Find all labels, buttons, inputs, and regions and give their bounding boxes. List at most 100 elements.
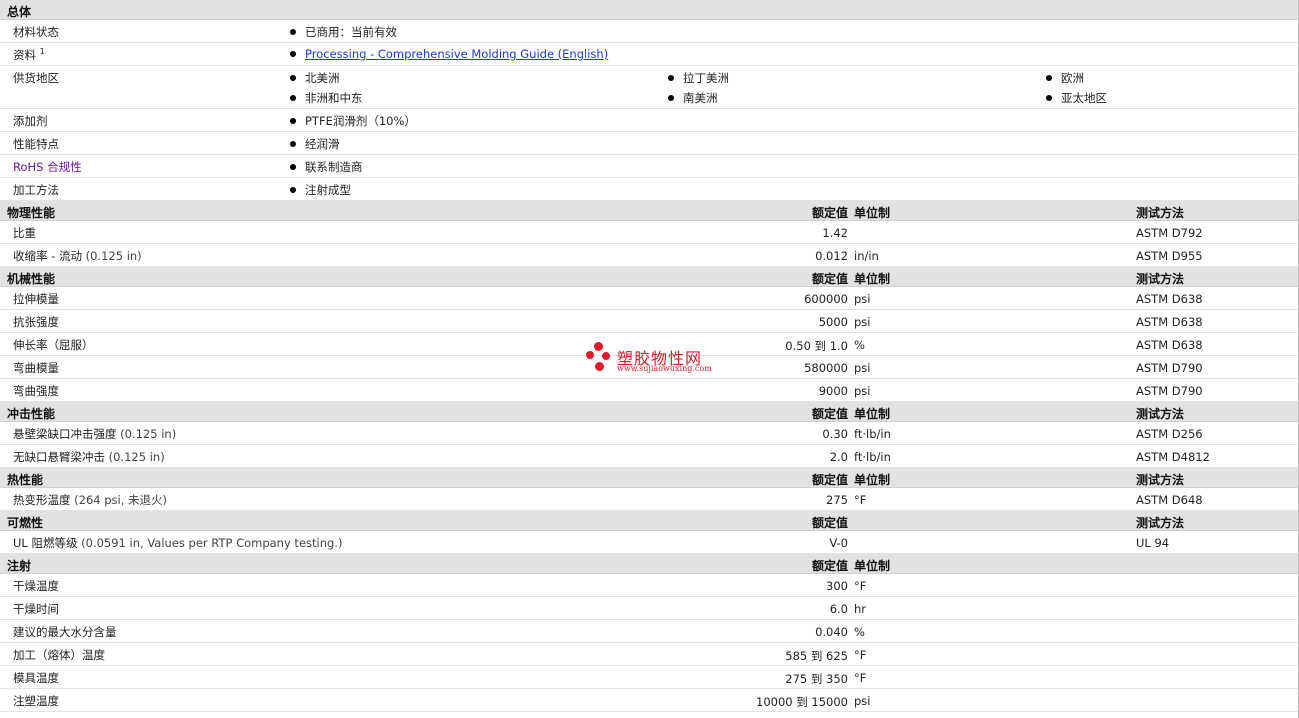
bullet-icon (290, 186, 296, 193)
row-label: RoHS 合规性 (13, 160, 82, 174)
header-unit: 单位制 (854, 407, 891, 421)
row-label: 供货地区 (13, 71, 59, 85)
logo-dot (595, 362, 604, 371)
section-title: 机械性能 (7, 272, 56, 286)
section-thermal: 热性能 额定值 单位制 测试方法 (0, 468, 1299, 488)
property-label: 建议的最大水分含量 (13, 625, 117, 639)
property-row: 拉伸模量 600000 psi ASTM D638 (0, 287, 1299, 310)
property-value: 300 (826, 579, 848, 593)
property-unit: psi (854, 694, 871, 708)
header-nominal: 额定值 (811, 272, 848, 286)
property-row: 弯曲强度 9000 psi ASTM D790 (0, 379, 1299, 402)
property-value: 2.0 (829, 450, 848, 464)
property-unit: psi (854, 361, 871, 375)
property-row: UL 阻燃等级 (0.0591 in, Values per RTP Compa… (0, 531, 1299, 554)
row-label: 加工方法 (13, 183, 59, 197)
bullet-icon (668, 94, 674, 101)
property-label: 抗张强度 (13, 315, 59, 329)
test-method: ASTM D256 (1136, 427, 1203, 441)
section-injection: 注射 额定值 单位制 (0, 554, 1299, 574)
property-row: 无缺口悬臂梁冲击 (0.125 in) 2.0 ft·lb/in ASTM D4… (0, 445, 1299, 468)
property-row: 干燥温度 300 °F (0, 574, 1299, 597)
header-method: 测试方法 (1136, 473, 1185, 487)
property-value: 0.30 (822, 427, 848, 441)
section-title: 物理性能 (7, 206, 56, 220)
row-rohs: RoHS 合规性 联系制造商 (0, 155, 1299, 178)
test-method: ASTM D790 (1136, 384, 1203, 398)
property-value: 5000 (818, 315, 848, 329)
property-label: 比重 (13, 226, 36, 240)
test-method: ASTM D638 (1136, 292, 1203, 306)
property-row: 建议的最大水分含量 0.040 % (0, 620, 1299, 643)
property-label: UL 阻燃等级 (0.0591 in, Values per RTP Compa… (13, 536, 343, 550)
watermark-url: www.sujiaowuxing.com (617, 364, 712, 373)
header-nominal: 额定值 (811, 473, 848, 487)
row-documents: 资料 1 Processing - Comprehensive Molding … (0, 43, 1299, 66)
section-title: 热性能 (7, 473, 44, 487)
property-unit: °F (854, 671, 867, 685)
property-label: 模具温度 (13, 671, 59, 685)
bullet-icon (668, 74, 674, 81)
header-method: 测试方法 (1136, 206, 1185, 220)
property-value: 6.0 (829, 602, 848, 616)
property-value: 0.50 到 1.0 (785, 339, 848, 353)
bullet-icon (290, 117, 296, 124)
property-label: 干燥时间 (13, 602, 59, 616)
property-unit: psi (854, 384, 871, 398)
property-row: 注塑温度 10000 到 15000 psi (0, 689, 1299, 712)
header-nominal: 额定值 (811, 407, 848, 421)
region-item: 拉丁美洲 (668, 70, 729, 86)
row-processing: 加工方法 注射成型 (0, 178, 1299, 201)
bullet-item: Processing - Comprehensive Molding Guide… (290, 47, 608, 61)
property-row: 热变形温度 (264 psi, 未退火) 275 °F ASTM D648 (0, 488, 1299, 511)
header-method: 测试方法 (1136, 272, 1185, 286)
header-nominal: 额定值 (811, 559, 848, 573)
test-method: ASTM D4812 (1136, 450, 1210, 464)
property-unit: psi (854, 292, 871, 306)
property-value: 0.012 (815, 249, 848, 263)
property-value: 9000 (818, 384, 848, 398)
header-nominal: 额定值 (811, 206, 848, 220)
bullet-item: PTFE润滑剂（10%） (290, 113, 416, 129)
row-label: 性能特点 (13, 137, 59, 151)
region-item: 南美洲 (668, 90, 718, 106)
test-method: ASTM D790 (1136, 361, 1203, 375)
region-item: 非洲和中东 (290, 90, 363, 106)
document-link[interactable]: Processing - Comprehensive Molding Guide… (305, 47, 608, 61)
property-value: V-0 (829, 536, 848, 550)
section-flammability: 可燃性 额定值 测试方法 (0, 511, 1299, 531)
property-label: 伸长率（屈服） (13, 338, 94, 352)
test-method: UL 94 (1136, 536, 1170, 550)
bullet-icon (290, 94, 296, 101)
property-label: 无缺口悬臂梁冲击 (0.125 in) (13, 450, 165, 464)
row-material-status: 材料状态 已商用：当前有效 (0, 20, 1299, 43)
watermark-logo: 塑胶物性网 www.sujiaowuxing.com (586, 342, 726, 378)
header-nominal: 额定值 (811, 516, 848, 530)
property-value: 1.42 (822, 226, 848, 240)
logo-dot (594, 342, 603, 351)
property-value: 600000 (804, 292, 848, 306)
bullet-icon (290, 74, 296, 81)
test-method: ASTM D638 (1136, 315, 1203, 329)
row-availability: 供货地区 北美洲 拉丁美洲 欧洲 非洲和中东 南美洲 亚太地区 (0, 66, 1299, 109)
property-unit: °F (854, 493, 867, 507)
property-label: 悬壁梁缺口冲击强度 (0.125 in) (13, 427, 177, 441)
property-unit: ft·lb/in (854, 427, 891, 441)
property-unit: in/in (854, 249, 879, 263)
section-title: 注射 (7, 559, 32, 573)
property-unit: ft·lb/in (854, 450, 891, 464)
property-row: 干燥时间 6.0 hr (0, 597, 1299, 620)
row-additives: 添加剂 PTFE润滑剂（10%） (0, 109, 1299, 132)
property-value: 275 (826, 493, 848, 507)
bullet-icon (1046, 94, 1052, 101)
property-value: 580000 (804, 361, 848, 375)
row-label: 资料 1 (13, 47, 45, 62)
property-row: 加工（熔体）温度 585 到 625 °F (0, 643, 1299, 666)
property-unit: psi (854, 315, 871, 329)
section-impact: 冲击性能 额定值 单位制 测试方法 (0, 402, 1299, 422)
row-features: 性能特点 经润滑 (0, 132, 1299, 155)
property-row: 抗张强度 5000 psi ASTM D638 (0, 310, 1299, 333)
bullet-icon (1046, 74, 1052, 81)
property-unit: % (854, 338, 865, 352)
property-label: 干燥温度 (13, 579, 59, 593)
